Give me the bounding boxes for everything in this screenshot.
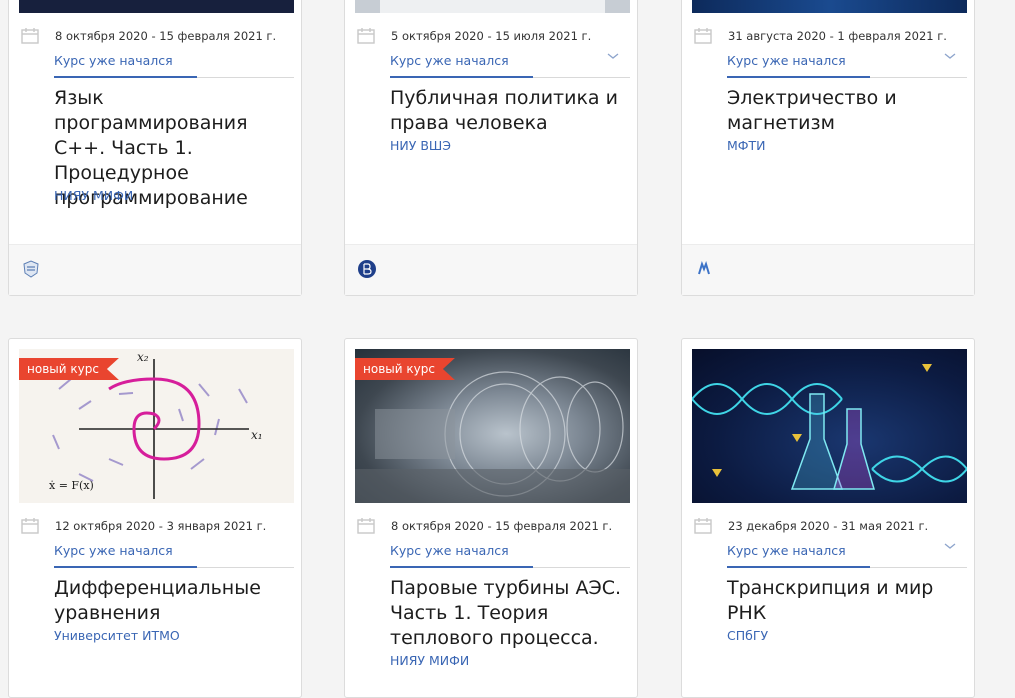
status-underline (390, 76, 533, 78)
status-underline (54, 76, 197, 78)
chevron-down-icon[interactable] (606, 51, 620, 61)
date-range: 8 октября 2020 - 15 февраля 2021 г. (391, 519, 613, 533)
calendar-icon (21, 518, 39, 534)
course-card[interactable]: новый курс 8 октября 2020 - 15 февраля 2… (344, 338, 638, 698)
status-underline (54, 566, 197, 568)
chevron-down-icon[interactable] (943, 541, 957, 551)
course-status: Курс уже начался (727, 51, 967, 78)
svg-text:x₁: x₁ (251, 428, 263, 442)
course-university[interactable]: СПбГУ (727, 628, 768, 643)
course-title[interactable]: Публичная политика и права человека (390, 86, 635, 136)
mipt-logo-icon (698, 260, 710, 275)
course-status: Курс уже начался (54, 51, 294, 78)
course-image[interactable] (692, 349, 967, 503)
status-label: Курс уже начался (727, 543, 846, 558)
course-image[interactable]: новый курс (355, 349, 630, 503)
date-range: 5 октября 2020 - 15 июля 2021 г. (391, 29, 592, 43)
course-dates: 5 октября 2020 - 15 июля 2021 г. (355, 27, 630, 47)
course-title[interactable]: Паровые турбины АЭС. Часть 1. Теория теп… (390, 576, 635, 651)
status-label: Курс уже начался (54, 53, 173, 68)
date-range: 8 октября 2020 - 15 февраля 2021 г. (55, 29, 277, 43)
status-label: Курс уже начался (727, 53, 846, 68)
date-range: 12 октября 2020 - 3 января 2021 г. (55, 519, 267, 533)
course-status: Курс уже начался (727, 541, 967, 568)
course-card[interactable]: 23 декабря 2020 - 31 мая 2021 г. Курс уж… (681, 338, 975, 698)
calendar-icon (694, 28, 712, 44)
course-card[interactable]: 31 августа 2020 - 1 февраля 2021 г. Курс… (681, 0, 975, 296)
course-university[interactable]: НИЯУ МИФИ (390, 653, 469, 668)
status-underline (390, 566, 533, 568)
course-dates: 31 августа 2020 - 1 февраля 2021 г. (692, 27, 967, 47)
course-university[interactable]: НИЯУ МИФИ (54, 188, 133, 203)
course-status: Курс уже начался (390, 51, 630, 78)
calendar-icon (357, 28, 375, 44)
course-image[interactable] (355, 0, 630, 13)
course-card[interactable]: x₁ x₂ ẋ = F(x) новый курс 12 октября 202… (8, 338, 302, 698)
status-underline (727, 566, 870, 568)
chevron-down-icon[interactable] (943, 51, 957, 61)
course-dates: 8 октября 2020 - 15 февраля 2021 г. (19, 27, 294, 47)
date-range: 31 августа 2020 - 1 февраля 2021 г. (728, 29, 947, 43)
course-status: Курс уже начался (390, 541, 630, 568)
card-footer (345, 244, 637, 295)
course-dates: 8 октября 2020 - 15 февраля 2021 г. (355, 517, 630, 537)
calendar-icon (357, 518, 375, 534)
course-dates: 12 октября 2020 - 3 января 2021 г. (19, 517, 294, 537)
course-card[interactable]: 5 октября 2020 - 15 июля 2021 г. Курс уж… (344, 0, 638, 296)
course-title[interactable]: Транскрипция и мир РНК (727, 576, 972, 626)
card-footer (9, 244, 301, 295)
course-status: Курс уже начался (54, 541, 294, 568)
svg-text:ẋ = F(x): ẋ = F(x) (49, 479, 94, 492)
calendar-icon (694, 518, 712, 534)
course-card[interactable]: 8 октября 2020 - 15 февраля 2021 г. Курс… (8, 0, 302, 296)
course-title[interactable]: Электричество и магнетизм (727, 86, 972, 136)
status-label: Курс уже начался (54, 543, 173, 558)
card-footer (682, 244, 974, 295)
status-label: Курс уже начался (390, 53, 509, 68)
course-university[interactable]: НИУ ВШЭ (390, 138, 451, 153)
mephi-logo-icon (23, 260, 39, 278)
svg-text:x₂: x₂ (137, 350, 149, 364)
course-university[interactable]: Университет ИТМО (54, 628, 180, 643)
course-university[interactable]: МФТИ (727, 138, 766, 153)
date-range: 23 декабря 2020 - 31 мая 2021 г. (728, 519, 929, 533)
new-course-badge: новый курс (19, 358, 119, 380)
new-course-badge: новый курс (355, 358, 455, 380)
course-title[interactable]: Дифференциальные уравнения (54, 576, 299, 626)
course-image[interactable] (19, 0, 294, 13)
status-label: Курс уже начался (390, 543, 509, 558)
course-image[interactable] (692, 0, 967, 13)
hse-logo-icon (358, 260, 376, 278)
course-dates: 23 декабря 2020 - 31 мая 2021 г. (692, 517, 967, 537)
calendar-icon (21, 28, 39, 44)
status-underline (727, 76, 870, 78)
course-image[interactable]: x₁ x₂ ẋ = F(x) новый курс (19, 349, 294, 503)
dna-flasks-image (692, 364, 967, 490)
